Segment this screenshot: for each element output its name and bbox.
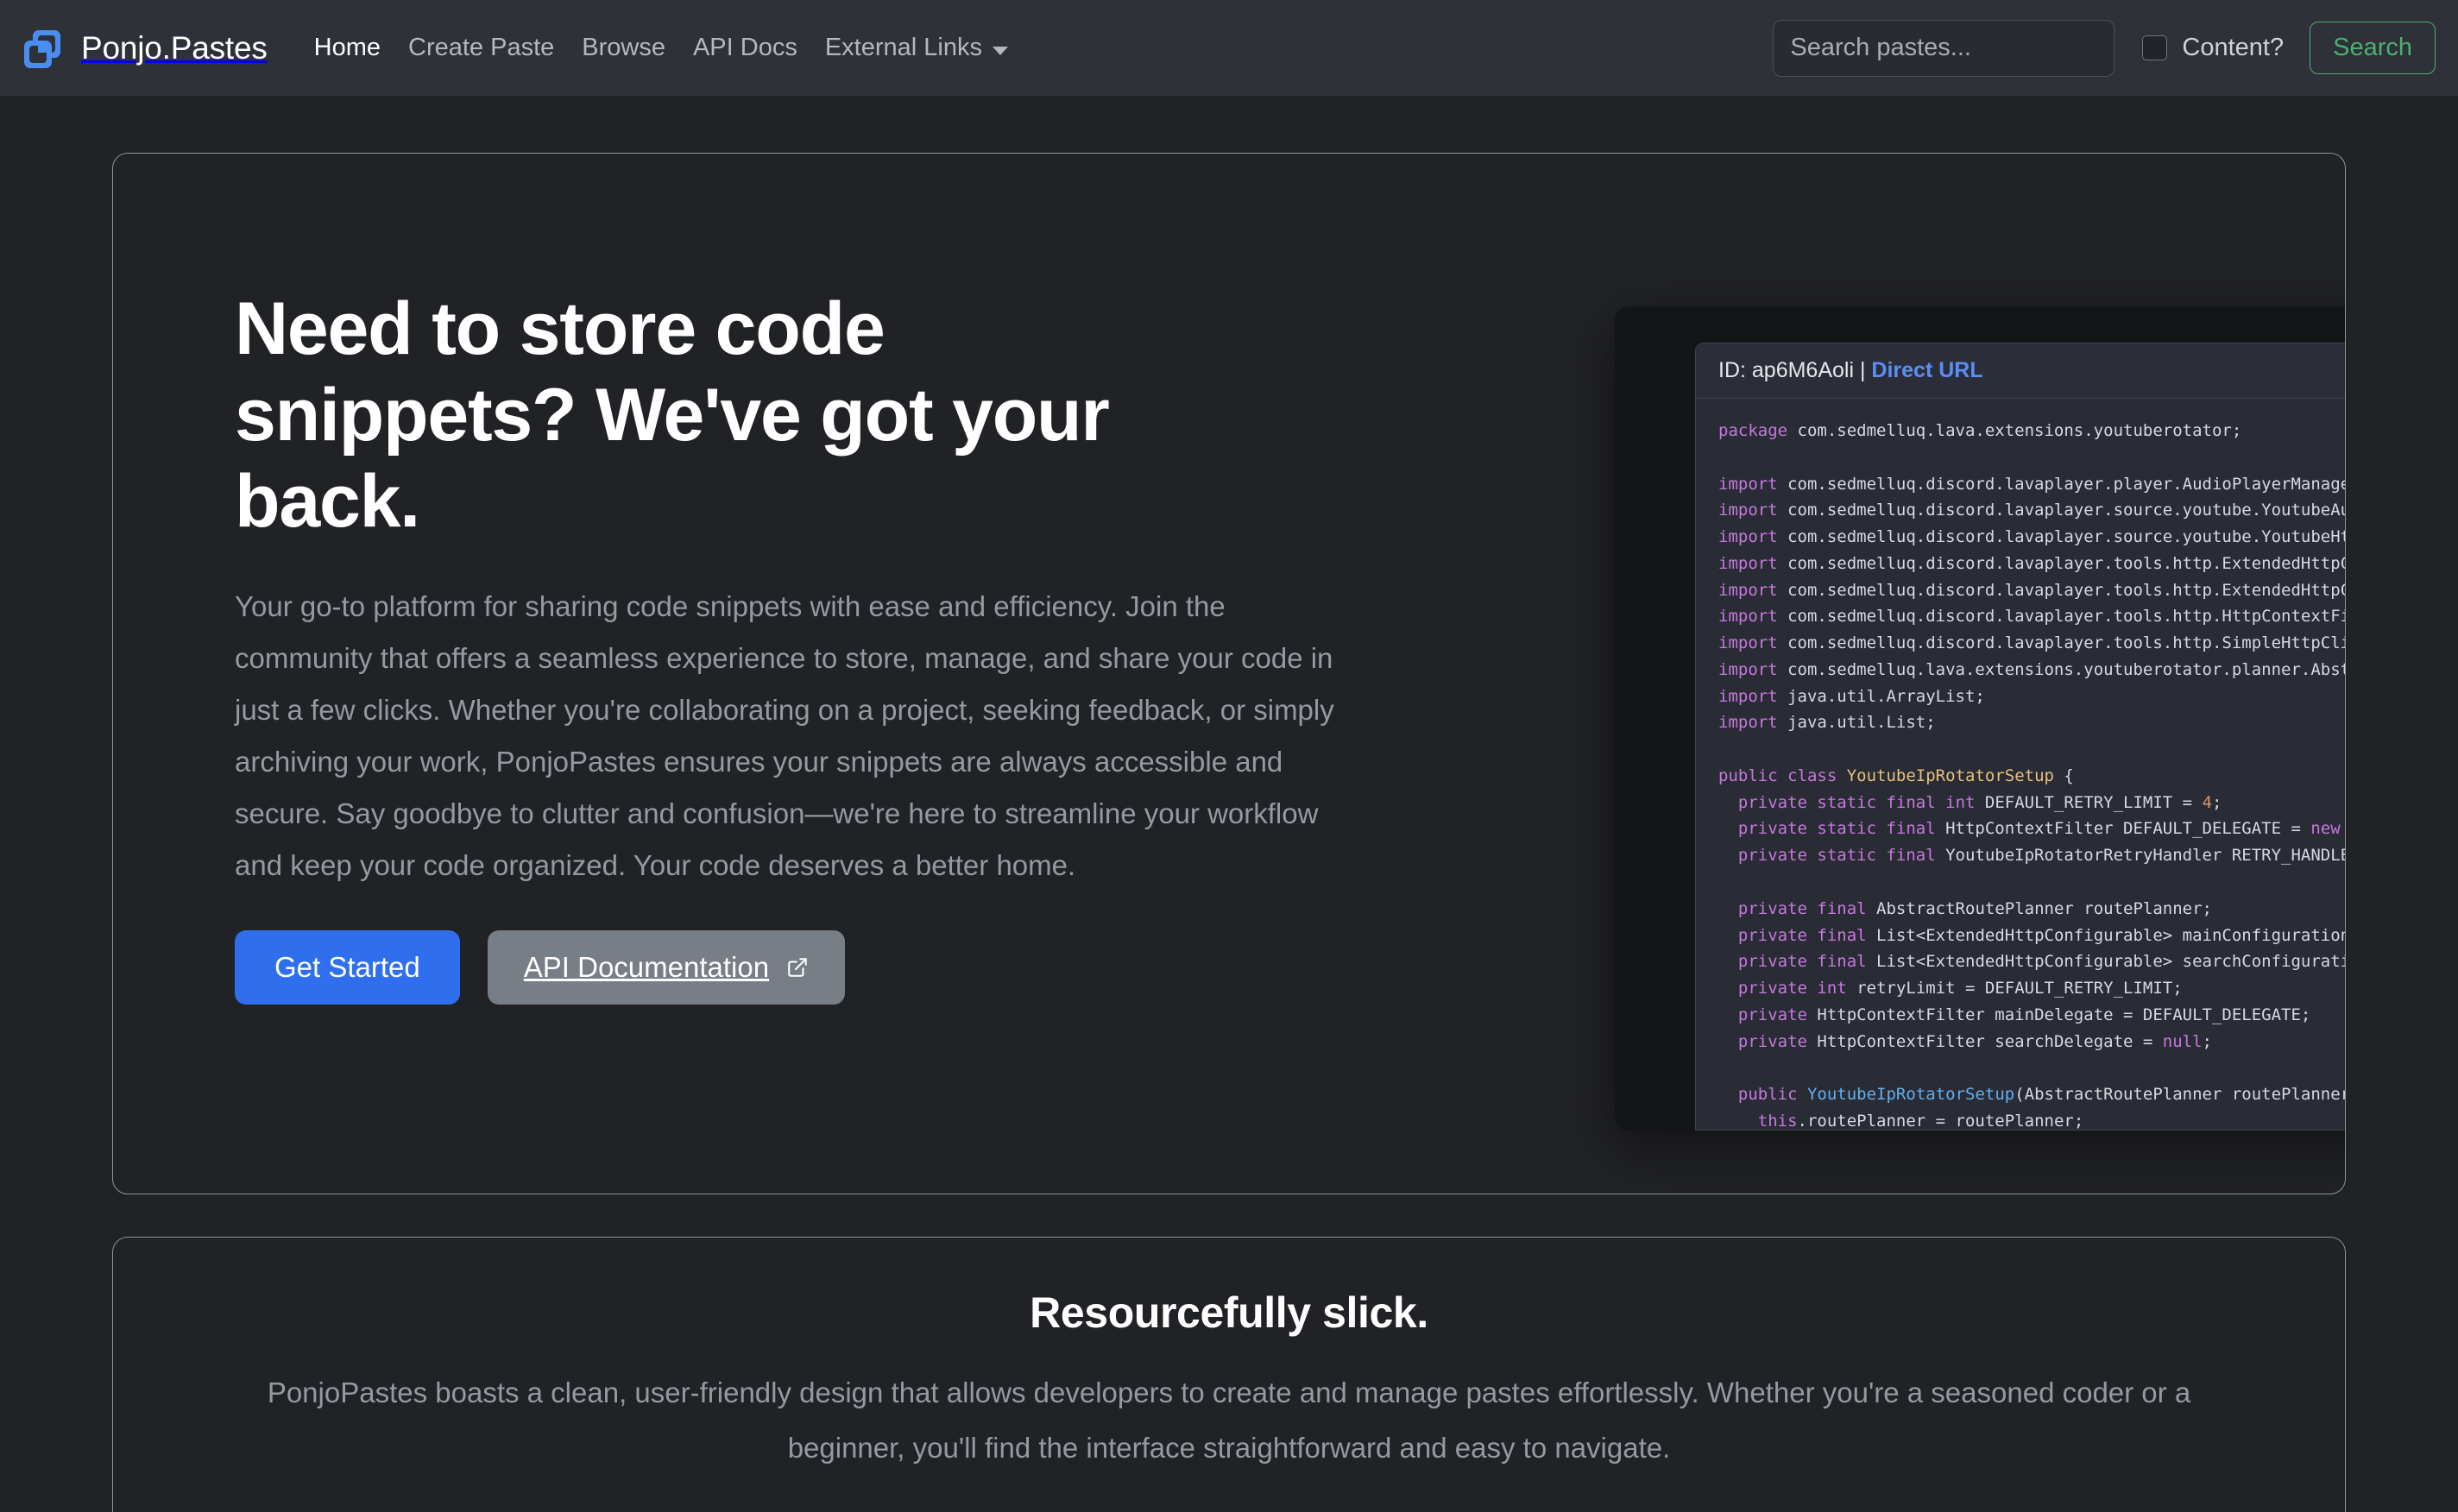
- search-button[interactable]: Search: [2310, 22, 2436, 74]
- code-line: private final List<ExtendedHttpConfigura…: [1737, 952, 2346, 972]
- code-line: this.routePlanner = routePlanner;: [1757, 1111, 2084, 1131]
- code-line: import com.sedmelluq.discord.lavaplayer.…: [1718, 501, 2345, 520]
- hero-card: Need to store code snippets? We've got y…: [112, 153, 2346, 1194]
- code-preview-frame: ID: ap6M6Aoli | Direct URL package com.s…: [1615, 306, 2346, 1131]
- code-line: public class YoutubeIpRotatorSetup {: [1718, 765, 2074, 785]
- resourcefully-slick-card: Resourcefully slick. PonjoPastes boasts …: [112, 1237, 2346, 1512]
- brand-logo-link[interactable]: Ponjo.Pastes: [19, 25, 268, 72]
- get-started-button[interactable]: Get Started: [235, 929, 460, 1005]
- code-line: import com.sedmelluq.lava.extensions.you…: [1718, 659, 2345, 679]
- paste-id-label: ID: ap6M6Aoli | Direct URL: [1718, 358, 1983, 383]
- slick-description: PonjoPastes boasts a clean, user-friendl…: [267, 1377, 2191, 1465]
- sidebar-item-create-paste[interactable]: Create Paste: [394, 25, 568, 71]
- sidebar-item-external-links[interactable]: External Links: [811, 25, 1022, 71]
- external-link-icon: [786, 953, 809, 986]
- code-block: package com.sedmelluq.lava.extensions.yo…: [1696, 399, 2346, 1131]
- code-line: import com.sedmelluq.discord.lavaplayer.…: [1718, 607, 2346, 627]
- code-line: import com.sedmelluq.discord.lavaplayer.…: [1718, 474, 2346, 494]
- page-content: Need to store code snippets? We've got y…: [0, 96, 2458, 1512]
- slick-title: Resourcefully slick.: [1030, 1288, 1428, 1337]
- code-line: private static final HttpContextFilter D…: [1737, 819, 2341, 839]
- code-line: private int retryLimit = DEFAULT_RETRY_L…: [1737, 979, 2183, 999]
- code-line: private final AbstractRoutePlanner route…: [1737, 898, 2212, 918]
- code-line: import com.sedmelluq.discord.lavaplayer.…: [1718, 527, 2345, 547]
- code-line: private HttpContextFilter searchDelegate…: [1737, 1031, 2212, 1051]
- code-line: import com.sedmelluq.discord.lavaplayer.…: [1718, 633, 2346, 653]
- code-line: private static final YoutubeIpRotatorRet…: [1737, 846, 2346, 866]
- code-line: public YoutubeIpRotatorSetup(AbstractRou…: [1737, 1085, 2346, 1105]
- brand-name: Ponjo.Pastes: [81, 29, 268, 66]
- nav-item-external-links[interactable]: External Links: [811, 25, 1022, 71]
- direct-url-link[interactable]: Direct URL: [1871, 358, 1982, 382]
- sidebar-item-browse[interactable]: Browse: [568, 25, 679, 71]
- paste-preview-header: ID: ap6M6Aoli | Direct URL: [1696, 343, 2345, 399]
- hero-button-group: Get Started API Documentation: [235, 929, 1347, 1005]
- top-navbar: Ponjo.Pastes Home Create Paste Browse AP…: [0, 0, 2458, 96]
- nav-item-browse[interactable]: Browse: [568, 25, 679, 71]
- code-line: import com.sedmelluq.discord.lavaplayer.…: [1718, 580, 2345, 600]
- paste-id-prefix: ID: ap6M6Aoli |: [1718, 358, 1872, 382]
- content-checkbox[interactable]: [2142, 35, 2168, 60]
- content-checkbox-group[interactable]: Content?: [2142, 34, 2284, 62]
- hero-paragraph: Your go-to platform for sharing code sni…: [235, 590, 1334, 882]
- page-title: Need to store code snippets? We've got y…: [235, 287, 1110, 543]
- api-documentation-label: API Documentation: [523, 950, 770, 983]
- code-line: private HttpContextFilter mainDelegate =…: [1737, 1005, 2311, 1024]
- interlocking-squares-logo-icon: [19, 25, 66, 72]
- hero-text-column: Need to store code snippets? We've got y…: [113, 154, 1347, 1194]
- code-line: package com.sedmelluq.lava.extensions.yo…: [1718, 421, 2242, 440]
- external-links-label: External Links: [824, 34, 982, 61]
- content-checkbox-label[interactable]: Content?: [2182, 34, 2284, 62]
- sidebar-item-api-docs[interactable]: API Docs: [679, 25, 811, 71]
- code-line: import java.util.List;: [1718, 713, 1936, 733]
- chevron-down-icon: [993, 46, 1008, 55]
- nav-item-home[interactable]: Home: [300, 25, 394, 71]
- code-line: private final List<ExtendedHttpConfigura…: [1737, 925, 2346, 945]
- nav-item-api-docs[interactable]: API Docs: [679, 25, 811, 71]
- code-line: import java.util.ArrayList;: [1718, 686, 1985, 706]
- nav-item-create-paste[interactable]: Create Paste: [394, 25, 568, 71]
- code-line: import com.sedmelluq.discord.lavaplayer.…: [1718, 553, 2345, 573]
- paste-preview-card: ID: ap6M6Aoli | Direct URL package com.s…: [1695, 343, 2346, 1131]
- code-line: private static final int DEFAULT_RETRY_L…: [1737, 792, 2222, 812]
- navbar-search-area: Content? Search: [1773, 19, 2436, 77]
- sidebar-item-home[interactable]: Home: [300, 25, 394, 71]
- api-documentation-button[interactable]: API Documentation: [487, 929, 846, 1005]
- search-input[interactable]: [1773, 19, 2115, 77]
- nav-links: Home Create Paste Browse API Docs Extern…: [300, 25, 1022, 71]
